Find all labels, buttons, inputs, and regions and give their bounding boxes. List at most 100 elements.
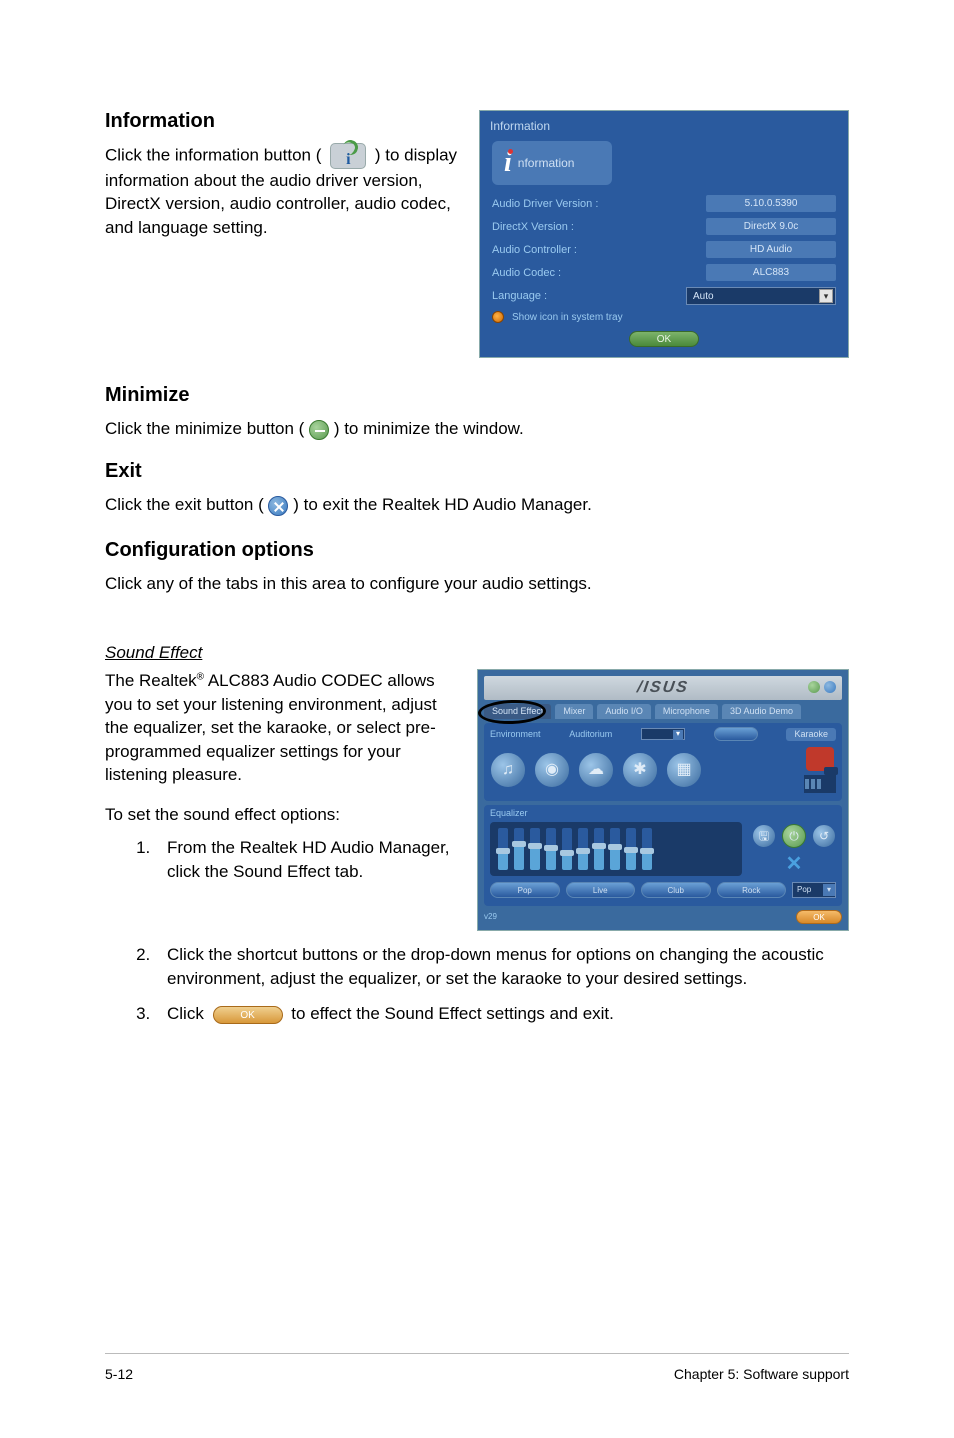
driver-version-value: 5.10.0.5390	[706, 195, 836, 212]
exit-heading: Exit	[105, 460, 849, 483]
audio-codec-label: Audio Codec :	[492, 267, 561, 279]
exit-body-pre: Click the exit button (	[105, 495, 264, 514]
equalizer-label: Equalizer	[490, 809, 836, 818]
audio-controller-label: Audio Controller :	[492, 244, 577, 256]
tab-3d-audio-demo[interactable]: 3D Audio Demo	[722, 704, 801, 719]
directx-version-label: DirectX Version :	[492, 221, 574, 233]
preset-club[interactable]: Club	[641, 882, 711, 898]
info-chip-label: nformation	[518, 156, 575, 170]
eq-power-icon[interactable]: ⏻	[782, 824, 806, 848]
config-body: Click any of the tabs in this area to co…	[105, 572, 849, 595]
language-label: Language :	[492, 290, 547, 302]
config-heading: Configuration options	[105, 539, 849, 562]
asus-audio-panel: /ISUS Sound Effect Mixer Audio I/O Micro…	[477, 669, 849, 931]
step-3-post: to effect the Sound Effect settings and …	[291, 1004, 614, 1023]
audio-controller-value: HD Audio	[706, 241, 836, 258]
information-icon	[330, 143, 366, 169]
env-icon-3[interactable]: ☁	[578, 752, 614, 788]
eq-slider[interactable]	[642, 828, 652, 870]
close-icon	[268, 496, 288, 516]
eq-reset-icon[interactable]: ↺	[812, 824, 836, 848]
asus-ok-button[interactable]: OK	[796, 910, 842, 924]
karaoke-badge: Karaoke	[786, 728, 836, 741]
preset-selected: Pop	[797, 886, 811, 894]
exit-body: Click the exit button ( ) to exit the Re…	[105, 493, 849, 516]
asus-logo: /ISUS	[636, 680, 690, 696]
minimize-body-pre: Click the minimize button (	[105, 419, 304, 438]
chevron-down-icon: ▾	[823, 884, 835, 896]
page-footer: 5-12 Chapter 5: Software support	[105, 1353, 849, 1382]
equalizer-sliders[interactable]	[490, 822, 742, 876]
environment-apply-button[interactable]	[714, 727, 758, 741]
chapter-label: Chapter 5: Software support	[674, 1366, 849, 1382]
eq-delete-icon[interactable]: ✕	[752, 854, 836, 874]
asus-footer-left: v29	[484, 913, 497, 921]
driver-version-label: Audio Driver Version :	[492, 198, 598, 210]
karaoke-stepper[interactable]	[804, 775, 836, 793]
info-ok-button[interactable]: OK	[629, 331, 699, 347]
eq-save-icon[interactable]: 🖫	[752, 824, 776, 848]
tab-sound-effect[interactable]: Sound Effect	[484, 704, 551, 719]
registered-symbol: ®	[197, 672, 204, 683]
environment-label: Environment	[490, 730, 541, 739]
show-icon-label: Show icon in system tray	[512, 312, 623, 323]
directx-version-value: DirectX 9.0c	[706, 218, 836, 235]
eq-slider[interactable]	[594, 828, 604, 870]
environment-dropdown[interactable]: ▾	[641, 728, 685, 740]
minimize-body: Click the minimize button ( ) to minimiz…	[105, 417, 849, 440]
preset-pop[interactable]: Pop	[490, 882, 560, 898]
tab-mixer[interactable]: Mixer	[555, 704, 593, 719]
minimize-body-post: ) to minimize the window.	[334, 419, 524, 438]
page-number: 5-12	[105, 1366, 133, 1382]
sound-effect-heading: Sound Effect	[105, 643, 849, 663]
tray-icon-radio[interactable]	[492, 311, 504, 323]
minimize-icon	[309, 420, 329, 440]
env-icon-1[interactable]: ♫	[490, 752, 526, 788]
ok-button-inline: OK	[213, 1006, 283, 1024]
tab-audio-io[interactable]: Audio I/O	[597, 704, 651, 719]
env-icon-4[interactable]: ✱	[622, 752, 658, 788]
info-chip: i nformation	[492, 141, 612, 185]
eq-slider[interactable]	[578, 828, 588, 870]
to-set-text: To set the sound effect options:	[105, 803, 465, 826]
information-heading: Information	[105, 110, 467, 133]
se-body-1: The Realtek	[105, 671, 197, 690]
karaoke-icon[interactable]	[806, 747, 834, 771]
preset-live[interactable]: Live	[566, 882, 636, 898]
eq-slider[interactable]	[546, 828, 556, 870]
language-value: Auto	[693, 291, 714, 302]
eq-slider[interactable]	[498, 828, 508, 870]
minimize-heading: Minimize	[105, 384, 849, 407]
language-select[interactable]: Auto ▾	[686, 287, 836, 305]
sound-effect-body: The Realtek® ALC883 Audio CODEC allows y…	[105, 669, 465, 786]
information-panel: Information i nformation Audio Driver Ve…	[479, 110, 849, 358]
panel-minimize-icon[interactable]	[808, 681, 820, 693]
env-icon-2[interactable]: ◉	[534, 752, 570, 788]
eq-slider[interactable]	[562, 828, 572, 870]
panel-close-icon[interactable]	[824, 681, 836, 693]
eq-slider[interactable]	[514, 828, 524, 870]
eq-slider[interactable]	[626, 828, 636, 870]
eq-slider[interactable]	[610, 828, 620, 870]
exit-body-post: ) to exit the Realtek HD Audio Manager.	[293, 495, 592, 514]
info-chip-icon: i	[504, 147, 512, 179]
step-3: Click OK to effect the Sound Effect sett…	[155, 1002, 849, 1025]
environment-section: Environment Auditorium ▾ Karaoke ♫ ◉ ☁ ✱…	[484, 723, 842, 801]
chevron-down-icon: ▾	[819, 289, 833, 303]
tab-microphone[interactable]: Microphone	[655, 704, 718, 719]
preset-rock[interactable]: Rock	[717, 882, 787, 898]
audio-codec-value: ALC883	[706, 264, 836, 281]
step-1: From the Realtek HD Audio Manager, click…	[155, 836, 465, 883]
eq-slider[interactable]	[530, 828, 540, 870]
asus-panel-header: /ISUS	[484, 676, 842, 700]
info-panel-title: Information	[486, 117, 842, 139]
step-2: Click the shortcut buttons or the drop-d…	[155, 943, 849, 990]
environment-sub: Auditorium	[569, 730, 612, 739]
info-body-pre: Click the information button (	[105, 145, 326, 164]
tabs-row: Sound Effect Mixer Audio I/O Microphone …	[484, 704, 842, 719]
step-3-pre: Click	[167, 1004, 209, 1023]
information-body: Click the information button ( ) to disp…	[105, 143, 467, 239]
env-icon-5[interactable]: ▦	[666, 752, 702, 788]
karaoke-box	[804, 747, 836, 793]
preset-dropdown[interactable]: Pop ▾	[792, 882, 836, 898]
